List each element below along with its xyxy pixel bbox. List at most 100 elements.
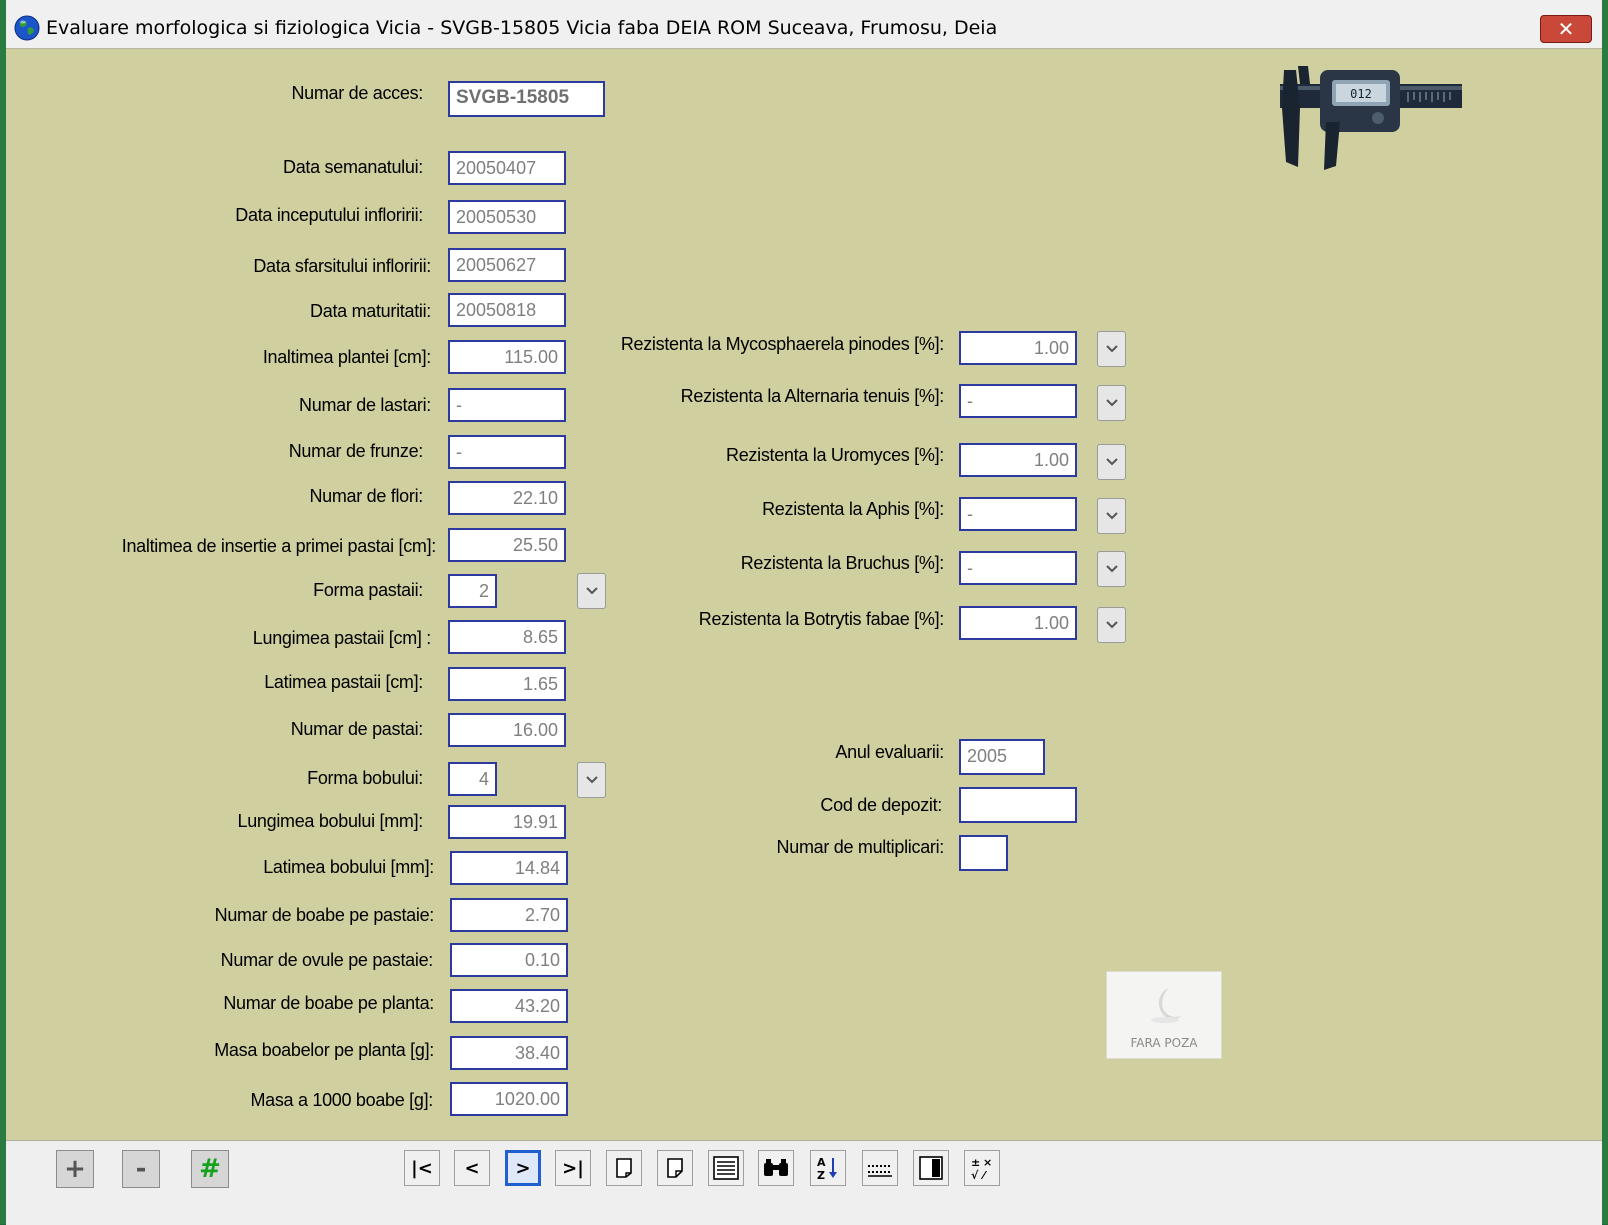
filter-button[interactable] [862, 1150, 898, 1186]
rezistenta-alternaria-dropdown[interactable] [1097, 385, 1126, 421]
field-rezistenta-bruchus[interactable]: - [959, 551, 1077, 585]
record-number-button[interactable]: # [191, 1150, 229, 1188]
field-rezistenta-alternaria[interactable]: - [959, 384, 1077, 418]
label-rezistenta-mycosphaerela: Rezistenta la Mycosphaerela pinodes [%]: [620, 334, 944, 354]
field-anul-evaluarii[interactable]: 2005 [959, 739, 1045, 775]
field-lungimea-pastaii[interactable]: 8.65 [448, 620, 566, 654]
first-record-button[interactable]: |< [404, 1150, 440, 1186]
field-rezistenta-mycosphaerela[interactable]: 1.00 [959, 331, 1077, 365]
label-ovule-pe-pastaie: Numar de ovule pe pastaie: [220, 950, 434, 970]
field-data-sfarsit-inflorire[interactable]: 20050627 [448, 248, 566, 282]
label-numar-flori: Numar de flori: [309, 486, 423, 506]
label-numar-pastai: Numar de pastai: [290, 719, 424, 739]
label-latimea-pastaii: Latimea pastaii [cm]: [264, 672, 423, 692]
label-rezistenta-uromyces: Rezistenta la Uromyces [%]: [726, 445, 944, 465]
toolbar [6, 1140, 1602, 1225]
field-inaltimea-plantei[interactable]: 115.00 [448, 340, 566, 374]
field-forma-bobului[interactable]: 4 [448, 762, 497, 796]
field-inaltimea-insertie[interactable]: 25.50 [448, 528, 566, 562]
field-numar-frunze[interactable]: - [448, 435, 566, 469]
label-boabe-pe-pastaie: Numar de boabe pe pastaie: [214, 905, 435, 925]
label-inaltimea-insertie: Inaltimea de insertie a primei pastai [c… [121, 536, 437, 556]
chevron-down-icon [1105, 512, 1118, 520]
label-cod-depozit: Cod de depozit: [820, 795, 942, 815]
field-latimea-pastaii[interactable]: 1.65 [448, 667, 566, 701]
field-masa-1000-boabe[interactable]: 1020.00 [450, 1082, 568, 1116]
form-icon [919, 1156, 943, 1180]
rezistenta-aphis-dropdown[interactable] [1097, 498, 1126, 534]
forma-bobului-dropdown[interactable] [577, 762, 606, 798]
previous-record-button[interactable]: < [454, 1150, 490, 1186]
next-record-button[interactable]: > [505, 1150, 541, 1186]
field-latimea-bobului[interactable]: 14.84 [450, 851, 568, 885]
field-data-semanatului[interactable]: 20050407 [448, 151, 566, 185]
binoculars-icon [764, 1159, 788, 1176]
field-data-maturitatii[interactable]: 20050818 [448, 293, 566, 327]
title-bar: Evaluare morfologica si fiziologica Vici… [6, 0, 1602, 49]
svg-text:⁄: ⁄ [980, 1169, 988, 1182]
field-boabe-pe-planta[interactable]: 43.20 [450, 989, 568, 1023]
form-view-button[interactable] [913, 1150, 949, 1186]
label-numar-multiplicari: Numar de multiplicari: [776, 837, 945, 857]
field-data-inceput-inflorire[interactable]: 20050530 [448, 200, 566, 234]
label-rezistenta-alternaria: Rezistenta la Alternaria tenuis [%]: [680, 386, 945, 406]
sort-az-icon: AZ [817, 1156, 837, 1182]
label-numar-frunze: Numar de frunze: [288, 441, 424, 461]
label-forma-bobului: Forma bobului: [307, 768, 423, 788]
field-numar-flori[interactable]: 22.10 [448, 481, 566, 515]
remove-record-button[interactable]: - [122, 1150, 160, 1188]
field-numar-multiplicari[interactable] [959, 835, 1008, 871]
label-forma-pastaii: Forma pastaii: [313, 580, 423, 600]
chevron-down-icon [1105, 399, 1118, 407]
rezistenta-mycosphaerela-dropdown[interactable] [1097, 331, 1126, 367]
svg-text:±: ± [971, 1156, 980, 1169]
label-latimea-bobului: Latimea bobului [mm]: [263, 857, 434, 877]
find-button[interactable] [758, 1150, 794, 1186]
svg-text:012: 012 [1350, 87, 1372, 101]
field-numar-acces[interactable]: SVGB-15805 [448, 81, 605, 117]
sort-button[interactable]: AZ [810, 1150, 846, 1186]
chevron-down-icon [1105, 345, 1118, 353]
label-numar-acces: Numar de acces: [291, 83, 423, 103]
chevron-down-icon [1105, 565, 1118, 573]
label-anul-evaluarii: Anul evaluarii: [835, 742, 944, 762]
label-data-sfarsit-inflorire: Data sfarsitului infloririi: [253, 256, 431, 276]
label-masa-boabe-planta: Masa boabelor pe planta [g]: [214, 1040, 434, 1060]
field-numar-lastari[interactable]: - [448, 388, 566, 422]
field-rezistenta-uromyces[interactable]: 1.00 [959, 443, 1077, 477]
field-cod-depozit[interactable] [959, 787, 1077, 823]
no-photo-placeholder[interactable]: FARA POZA [1106, 971, 1222, 1059]
field-boabe-pe-pastaie[interactable]: 2.70 [450, 898, 568, 932]
calculator-button[interactable]: ± × √ ⁄ [964, 1150, 1000, 1186]
rezistenta-bruchus-dropdown[interactable] [1097, 551, 1126, 587]
field-numar-pastai[interactable]: 16.00 [448, 713, 566, 747]
svg-text:×: × [983, 1156, 992, 1169]
evaluation-window: Evaluare morfologica si fiziologica Vici… [0, 0, 1608, 1225]
chevron-down-icon [585, 776, 598, 784]
caliper-icon: 012 [1280, 66, 1462, 170]
rezistenta-uromyces-dropdown[interactable] [1097, 444, 1126, 480]
svg-text:Z: Z [817, 1169, 825, 1182]
list-view-button[interactable] [708, 1150, 744, 1186]
window-title: Evaluare morfologica si fiziologica Vici… [46, 17, 998, 39]
field-ovule-pe-pastaie[interactable]: 0.10 [450, 943, 568, 977]
svg-text:A: A [817, 1156, 826, 1169]
close-button[interactable]: ✕ [1540, 15, 1592, 43]
label-rezistenta-botrytis: Rezistenta la Botrytis fabae [%]: [698, 609, 945, 629]
field-rezistenta-botrytis[interactable]: 1.00 [959, 606, 1077, 640]
field-lungimea-bobului[interactable]: 19.91 [448, 805, 566, 839]
label-data-inceput-inflorire: Data inceputului infloririi: [235, 205, 423, 225]
page-corner-button[interactable] [657, 1150, 693, 1186]
add-record-button[interactable]: + [56, 1150, 94, 1188]
globe-icon [14, 15, 40, 41]
svg-text:√: √ [971, 1169, 979, 1182]
rezistenta-botrytis-dropdown[interactable] [1097, 607, 1126, 643]
field-rezistenta-aphis[interactable]: - [959, 497, 1077, 531]
new-page-button[interactable] [606, 1150, 642, 1186]
forma-pastaii-dropdown[interactable] [577, 573, 606, 609]
last-record-button[interactable]: >| [555, 1150, 591, 1186]
label-inaltimea-plantei: Inaltimea plantei [cm]: [262, 347, 431, 367]
moon-icon [1151, 988, 1181, 1023]
field-forma-pastaii[interactable]: 2 [448, 574, 497, 608]
field-masa-boabe-planta[interactable]: 38.40 [450, 1036, 568, 1070]
